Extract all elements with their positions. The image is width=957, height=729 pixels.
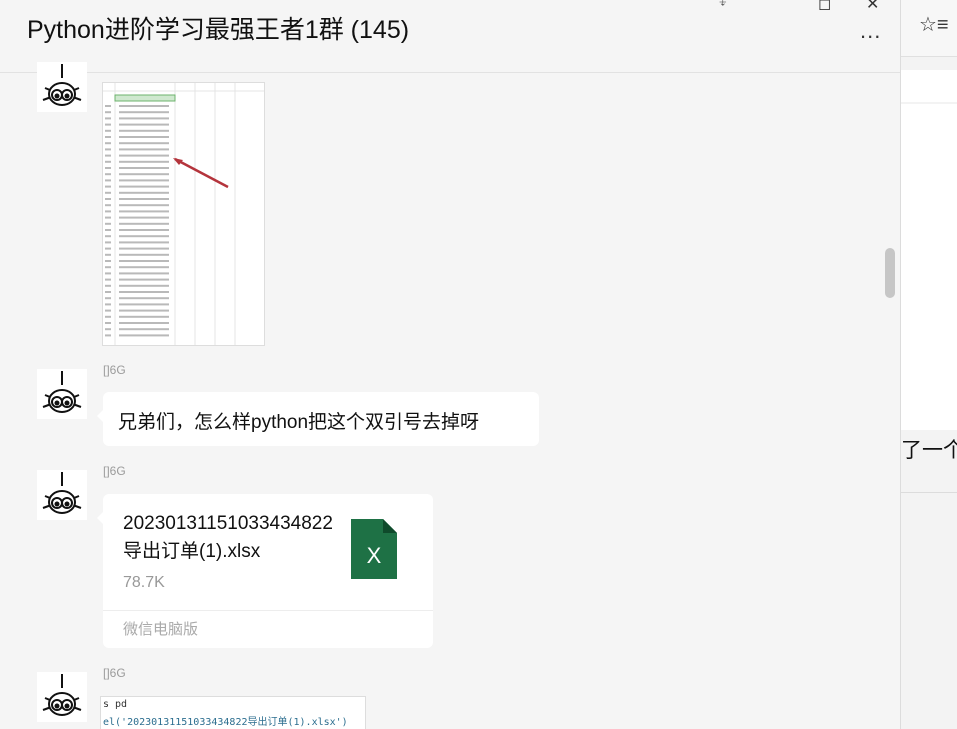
file-message-card[interactable]: 20230131151033434822导出订单(1).xlsx 78.7K X…	[97, 494, 433, 648]
svg-text:X: X	[367, 543, 382, 568]
code-screenshot-image[interactable]: s pd el('20230131151033434822导出订单(1).xls…	[100, 696, 366, 729]
spreadsheet-image[interactable]	[102, 82, 265, 346]
maximize-icon[interactable]: ◻	[818, 0, 831, 14]
chat-header: Python进阶学习最强王者1群 (145) ⍖ ◻ ✕ ...	[0, 0, 900, 73]
divider	[901, 492, 957, 493]
code-line: el('20230131151033434822导出订单(1).xlsx')	[103, 717, 348, 728]
avatar[interactable]	[37, 470, 87, 520]
chat-title: Python进阶学习最强王者1群 (145)	[27, 16, 410, 44]
file-name: 20230131151033434822导出订单(1).xlsx	[123, 513, 333, 562]
message-text: 兄弟们，怎么样python把这个双引号去掉呀	[118, 412, 480, 433]
scrollbar-thumb[interactable]	[885, 248, 895, 298]
excel-icon: X	[351, 519, 397, 579]
divider	[103, 610, 433, 611]
sender-name: []6G	[103, 666, 126, 680]
partial-text: 了一个	[901, 439, 957, 462]
code-line: s pd	[103, 699, 128, 710]
message-bubble[interactable]: 兄弟们，怎么样python把这个双引号去掉呀	[97, 392, 539, 446]
panel: 了一个	[901, 104, 957, 462]
avatar[interactable]	[37, 369, 87, 419]
sender-name: []6G	[103, 363, 126, 377]
close-icon[interactable]: ✕	[866, 0, 879, 14]
file-source: 微信电脑版	[123, 621, 199, 638]
file-size: 78.7K	[123, 574, 165, 591]
sender-name: []6G	[103, 464, 126, 478]
more-options-button[interactable]: ...	[860, 20, 881, 42]
pin-icon[interactable]: ⍖	[718, 0, 728, 12]
browser-toolbar: ☆≡	[901, 0, 957, 57]
right-pane: ☆≡ 了一个	[900, 0, 957, 729]
chat-window: Python进阶学习最强王者1群 (145) ⍖ ◻ ✕ ... []6G 兄弟…	[0, 0, 900, 729]
panel	[901, 70, 957, 102]
favorites-icon[interactable]: ☆≡	[919, 12, 949, 37]
avatar[interactable]	[37, 672, 87, 722]
avatar[interactable]	[37, 62, 87, 112]
